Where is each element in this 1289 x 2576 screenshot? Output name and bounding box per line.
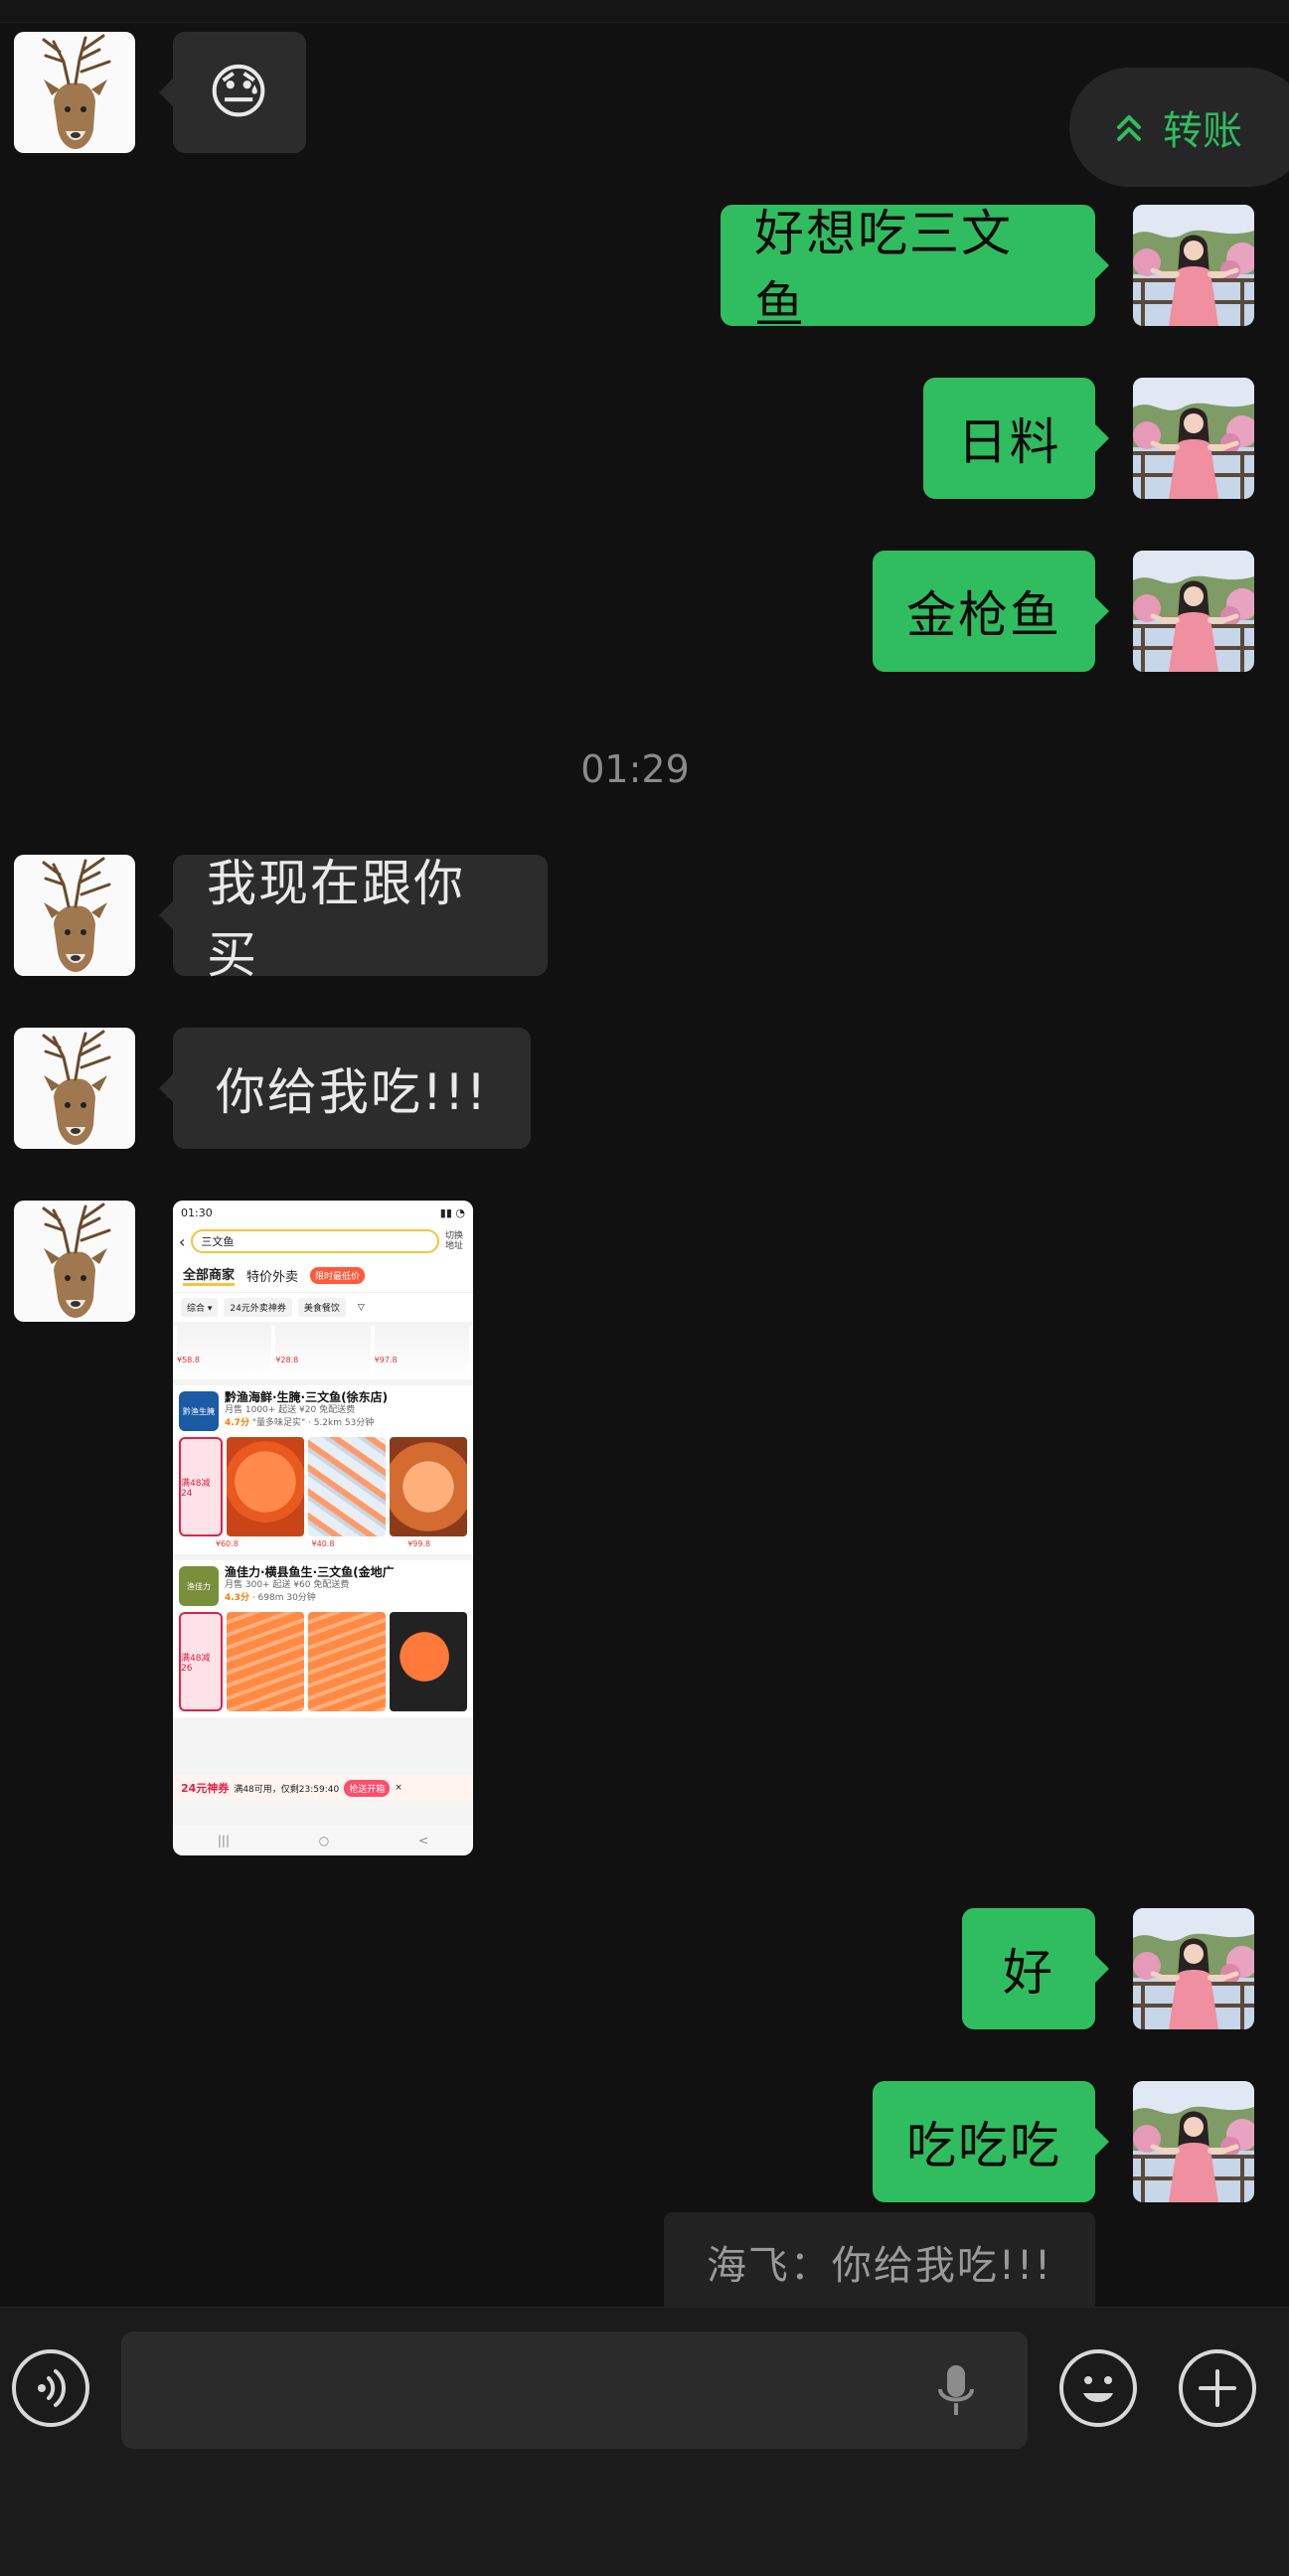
strip-price: ¥97.8 (374, 1326, 469, 1379)
screenshot-filter-bar: 综合 ▾ 24元外卖神券 美食餐饮 ▽ (173, 1292, 473, 1322)
message-bubble[interactable]: 金枪鱼 (873, 551, 1109, 672)
food-image (390, 1612, 467, 1711)
battery-icon: ▮▮ ◔ (439, 1206, 465, 1219)
screenshot-nav-bar: ||| ○ < (173, 1826, 473, 1855)
message-bubble[interactable]: 你给我吃!!! (159, 1028, 531, 1149)
screenshot-tabs: 全部商家 特价外卖 限时最低价 (173, 1258, 473, 1292)
contact-avatar[interactable] (14, 855, 135, 976)
store-card: 渔佳力 渔佳力·横县鱼生·三文鱼(金地广 月售 300+ 起送 ¥60 免配送费… (173, 1560, 473, 1717)
contact-avatar[interactable] (14, 32, 135, 153)
store-logo: 渔佳力 (179, 1566, 219, 1606)
store-card: 黔渔生腌 黔渔海鲜·生腌·三文鱼(徐东店) 月售 1000+ 起送 ¥20 免配… (173, 1385, 473, 1554)
self-avatar[interactable] (1133, 378, 1254, 499)
filter-sort: 综合 ▾ (181, 1298, 219, 1317)
emoji-icon[interactable] (1059, 2349, 1137, 2427)
contact-avatar[interactable] (14, 1028, 135, 1149)
coupon-button: 抢送开箱 (344, 1779, 391, 1797)
shared-screenshot-image[interactable]: 01:30 ▮▮ ◔ ‹ 三文鱼 切换地址 全部商家 特价外卖 限时最低价 综合… (173, 1201, 473, 1855)
screenshot-search-bar: ‹ 三文鱼 切换地址 (173, 1224, 473, 1258)
recent-apps-icon: ||| (217, 1834, 231, 1848)
store-distance: 698m 30分钟 (257, 1593, 316, 1603)
tab-all-merchants: 全部商家 (183, 1264, 236, 1286)
self-avatar[interactable] (1133, 2081, 1254, 2202)
screenshot-search-box: 三文鱼 (191, 1229, 439, 1253)
coupon-text: 满48可用，仅剩23:59:40 (234, 1784, 340, 1795)
quoted-message[interactable]: 海飞：你给我吃!!! (664, 2212, 1095, 2312)
transfer-label: 转账 (1163, 108, 1242, 154)
store-meta: 月售 1000+ 起送 ¥20 免配送费 (225, 1405, 356, 1415)
self-avatar[interactable] (1133, 205, 1254, 326)
strip-price: ¥58.8 (177, 1326, 272, 1379)
transfer-button[interactable]: 转账 (1069, 68, 1289, 187)
chevron-up-icon (1117, 115, 1141, 141)
home-icon: ○ (318, 1834, 330, 1848)
filter-coupon: 24元外卖神券 (224, 1298, 292, 1317)
tab-special-delivery: 特价外卖 (246, 1269, 299, 1285)
switch-address-label: 切换地址 (445, 1231, 464, 1251)
back-icon: < (418, 1834, 429, 1848)
message-bubble[interactable]: 😓 (159, 32, 306, 153)
self-avatar[interactable] (1133, 551, 1254, 672)
store-logo: 黔渔生腌 (179, 1391, 219, 1431)
back-arrow-icon: ‹ (179, 1231, 186, 1251)
message-bubble[interactable]: 我现在跟你买 (159, 855, 548, 984)
message-input[interactable] (121, 2332, 1028, 2449)
filter-icon: ▽ (357, 1302, 365, 1313)
coupon-bar: 24元神券 满48可用，仅剩23:59:40 抢送开箱 × (173, 1775, 473, 1801)
store-name: 渔佳力·横县鱼生·三文鱼(金地广 (225, 1565, 395, 1579)
message-bubble[interactable]: 好 (962, 1908, 1109, 2029)
promo-badge: 限时最低价 (310, 1266, 366, 1284)
screenshot-time: 01:30 (181, 1206, 213, 1219)
top-edge (0, 0, 1289, 23)
food-image (308, 1612, 386, 1711)
screenshot-status-bar: 01:30 ▮▮ ◔ (173, 1201, 473, 1224)
contact-avatar[interactable] (14, 1201, 135, 1322)
message-timestamp: 01:29 (580, 747, 690, 791)
screenshot-previous-items: ¥58.8 ¥28.8 ¥97.8 (173, 1326, 473, 1379)
store-meta: 月售 300+ 起送 ¥60 免配送费 (225, 1580, 350, 1590)
food-image (227, 1437, 304, 1536)
food-price: ¥60.8 (215, 1539, 239, 1548)
store-quote: "量多味足实" (251, 1418, 306, 1428)
voice-icon[interactable] (12, 2349, 89, 2427)
message-bubble[interactable]: 吃吃吃 (873, 2081, 1109, 2202)
filter-food: 美食餐饮 (297, 1298, 346, 1317)
close-icon: × (395, 1783, 403, 1793)
discount-tag: 满48减26 (179, 1612, 223, 1711)
food-image (308, 1437, 386, 1536)
strip-price: ¥28.8 (275, 1326, 371, 1379)
mic-icon[interactable] (934, 2363, 978, 2419)
input-bar (0, 2307, 1289, 2576)
food-price: ¥40.8 (311, 1539, 335, 1548)
message-bubble[interactable]: 日料 (923, 378, 1109, 499)
food-price: ¥99.8 (407, 1539, 431, 1548)
coupon-amount: 24元神券 (181, 1782, 230, 1795)
discount-tag: 满48减24 (179, 1437, 223, 1536)
store-distance: 5.2km 53分钟 (313, 1418, 375, 1428)
store-score: 4.3分 (225, 1593, 249, 1603)
food-image (390, 1437, 467, 1536)
store-score: 4.7分 (225, 1418, 249, 1428)
self-avatar[interactable] (1133, 1908, 1254, 2029)
food-image (227, 1612, 304, 1711)
store-name: 黔渔海鲜·生腌·三文鱼(徐东店) (225, 1390, 389, 1404)
message-bubble[interactable]: 好想吃三文鱼 (721, 205, 1109, 334)
plus-icon[interactable] (1179, 2349, 1256, 2427)
